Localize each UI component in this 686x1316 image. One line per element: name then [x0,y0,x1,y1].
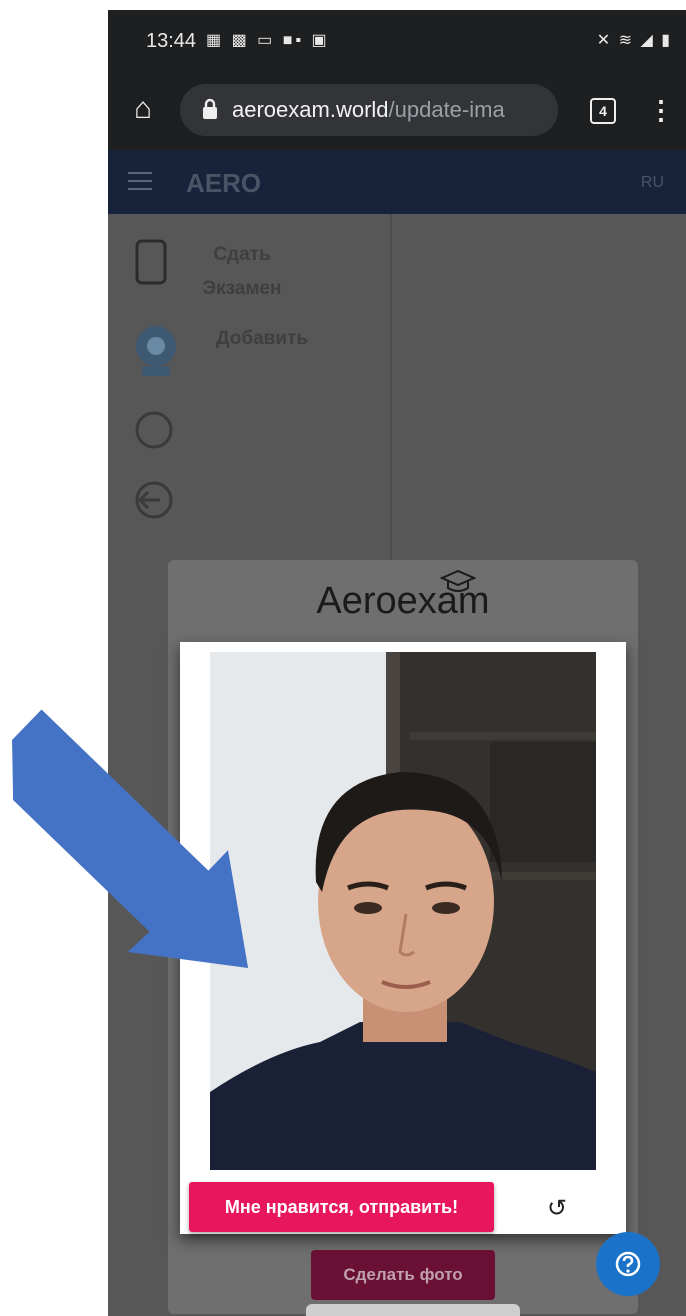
home-icon[interactable]: ⌂ [124,90,162,128]
system-icons: ✕ ≋ ◢ ▮ [596,32,672,49]
app-title: AERO [186,168,262,198]
browser-menu-icon[interactable]: ⋮ [648,90,674,130]
help-icon [615,1251,641,1277]
confirm-send-button[interactable]: Мне нравится, отправить! [189,1182,494,1232]
browser-toolbar: ⌂ aeroexam.world/update-ima 4 ⋮ [108,72,686,150]
photo-modal: Aeroexam Мне нравится, отправить! ↺ Сдел… [168,560,638,1314]
address-bar[interactable]: aeroexam.world/update-ima [180,84,558,136]
retake-icon[interactable]: ↺ [540,1192,574,1226]
lock-icon [203,98,217,119]
url-path: /update-ima [388,97,505,122]
photo-preview-card: Мне нравится, отправить! ↺ [180,642,626,1234]
hamburger-menu-icon[interactable] [128,172,152,190]
sidebar-item-exam-line2: Экзамен [202,278,282,299]
phone-icon [135,239,167,285]
help-button[interactable] [596,1232,660,1296]
aeroexam-logo: Aeroexam [168,580,638,623]
webcam-icon [136,326,176,376]
logout-icon [135,481,173,519]
sidebar-item-add[interactable]: Добавить [216,328,308,350]
status-bar: 13:44 ▦ ▩ ▭ ■▪ ▣ ✕ ≋ ◢ ▮ [108,10,686,72]
url-text: aeroexam.world/update-ima [232,97,505,123]
app-header: AERO RU [108,150,686,214]
notification-icons: ▦ ▩ ▭ ■▪ ▣ [206,32,330,49]
url-domain: aeroexam.world [232,97,389,122]
language-switch[interactable]: RU [641,174,664,192]
take-photo-button[interactable]: Сделать фото [311,1250,495,1300]
graduation-cap-icon [440,569,476,592]
tab-switcher-button[interactable]: 4 [590,98,616,124]
status-time: 13:44 [146,30,197,52]
sidebar-item-exam-line1: Сдать [213,244,271,265]
captured-photo [210,652,596,1170]
phone-screen: 13:44 ▦ ▩ ▭ ■▪ ▣ ✕ ≋ ◢ ▮ ⌂ aeroexam.worl… [108,10,686,1316]
gesture-bar [306,1304,520,1316]
page-content: Сдать Экзамен Добавить Aeroexam Мне нрав… [108,214,686,1316]
sidebar-item-exam[interactable]: Сдать Экзамен [192,244,292,300]
webcam-icon-2 [135,411,173,449]
